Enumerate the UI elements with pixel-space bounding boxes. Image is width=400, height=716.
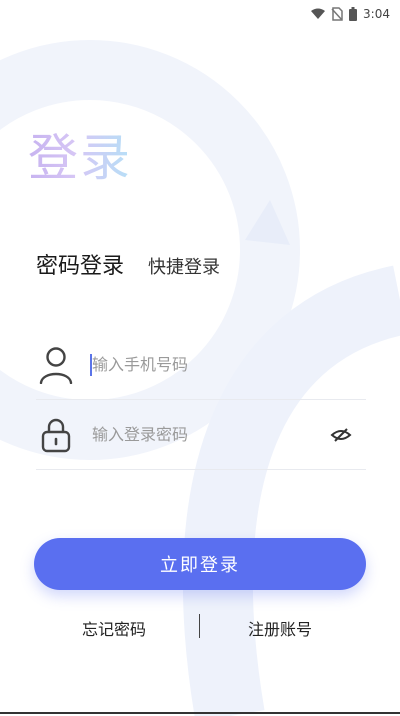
phone-field <box>36 330 366 400</box>
register-link[interactable]: 注册账号 <box>248 616 312 640</box>
status-time: 3:04 <box>363 7 390 21</box>
phone-input[interactable] <box>90 354 314 375</box>
page-title: 登录 <box>28 118 132 190</box>
no-sim-icon <box>331 7 343 21</box>
password-input[interactable] <box>90 424 314 445</box>
bottom-divider <box>0 712 400 714</box>
eye-off-icon[interactable] <box>330 427 352 447</box>
text-cursor <box>90 354 92 376</box>
link-divider <box>199 614 200 638</box>
lock-icon <box>36 415 76 455</box>
auth-links: 忘记密码 注册账号 <box>0 610 400 640</box>
forgot-password-link[interactable]: 忘记密码 <box>82 616 146 640</box>
password-field <box>36 400 366 470</box>
tab-password-login[interactable]: 密码登录 <box>36 248 124 280</box>
login-tabs: 密码登录 快捷登录 <box>36 248 220 280</box>
wifi-icon <box>311 8 326 19</box>
status-bar: 3:04 <box>0 0 400 28</box>
battery-icon <box>349 7 358 21</box>
tab-quick-login[interactable]: 快捷登录 <box>148 253 220 279</box>
user-icon <box>36 345 76 385</box>
login-button[interactable]: 立即登录 <box>34 538 366 590</box>
